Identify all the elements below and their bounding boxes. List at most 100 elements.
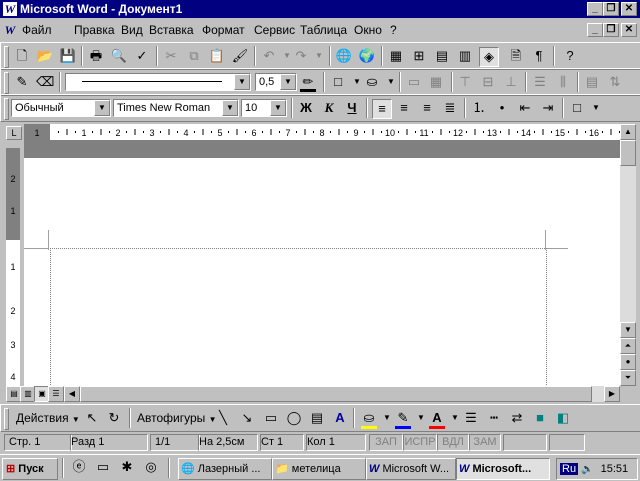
spelling-icon[interactable]: ✓ bbox=[133, 47, 151, 65]
task-word-1[interactable]: W Microsoft W... bbox=[366, 458, 456, 480]
status-trk[interactable]: ИСПР bbox=[403, 434, 437, 451]
outline-view-icon[interactable]: ☰ bbox=[48, 386, 64, 402]
print-icon[interactable]: 🖶 bbox=[87, 47, 105, 65]
border-dropdown-icon[interactable]: ▼ bbox=[587, 99, 605, 117]
sort-ascending-icon[interactable]: ⇅ bbox=[606, 73, 624, 91]
status-rec[interactable]: ЗАП bbox=[369, 434, 403, 451]
next-page-button[interactable]: ⏷ bbox=[620, 370, 636, 386]
underline-button[interactable]: Ч bbox=[343, 99, 361, 117]
format-painter-icon[interactable]: 🖌 bbox=[231, 47, 249, 65]
clock[interactable]: 15:51 bbox=[601, 463, 629, 475]
text-area[interactable] bbox=[50, 248, 547, 387]
chevron-down-icon[interactable]: ▼ bbox=[280, 74, 296, 90]
show-desktop-icon[interactable]: ▭ bbox=[94, 458, 112, 476]
dash-style-icon[interactable]: ┅ bbox=[485, 409, 503, 427]
select-objects-icon[interactable]: ↖ bbox=[83, 409, 101, 427]
menu-format[interactable]: Формат bbox=[202, 23, 245, 37]
table-autoformat-icon[interactable]: ▤ bbox=[583, 73, 601, 91]
shading-dropdown-icon[interactable]: ▼ bbox=[382, 73, 400, 91]
task-folder[interactable]: 📁 метелица bbox=[272, 458, 366, 480]
fill-color-icon[interactable]: ⛀ bbox=[360, 409, 378, 427]
style-combo[interactable]: Обычный ▼ bbox=[11, 99, 111, 117]
start-button[interactable]: ⊞ Пуск bbox=[2, 458, 58, 480]
font-combo[interactable]: Times New Roman ▼ bbox=[113, 99, 239, 117]
print-preview-icon[interactable]: 🔍 bbox=[110, 47, 128, 65]
office-assistant-icon[interactable]: ? bbox=[561, 47, 579, 65]
align-center-vertical-icon[interactable]: ⊟ bbox=[479, 73, 497, 91]
status-ext[interactable]: ВДЛ bbox=[437, 434, 469, 451]
undo-icon[interactable]: ↶ bbox=[260, 47, 278, 65]
line-icon[interactable]: ╲ bbox=[214, 409, 232, 427]
status-ovr[interactable]: ЗАМ bbox=[469, 434, 501, 451]
menu-window[interactable]: Окно bbox=[354, 23, 382, 37]
chevron-down-icon[interactable]: ▼ bbox=[222, 100, 238, 116]
copy-icon[interactable]: ⧉ bbox=[185, 47, 203, 65]
wordart-icon[interactable]: A bbox=[331, 409, 349, 427]
save-icon[interactable]: 💾 bbox=[59, 47, 77, 65]
numbering-icon[interactable]: ⒈ bbox=[470, 99, 488, 117]
align-bottom-icon[interactable]: ⊥ bbox=[502, 73, 520, 91]
line-color-icon[interactable]: ✎ bbox=[394, 409, 412, 427]
increase-indent-icon[interactable]: ⇥ bbox=[539, 99, 557, 117]
insert-table-icon[interactable]: ⊞ bbox=[410, 47, 428, 65]
new-document-icon[interactable]: 🗋 bbox=[13, 47, 31, 65]
doc-minimize-button[interactable]: _ bbox=[587, 23, 603, 37]
3d-icon[interactable]: ◧ bbox=[554, 409, 572, 427]
chevron-down-icon[interactable]: ▼ bbox=[270, 100, 286, 116]
rectangle-icon[interactable]: ▭ bbox=[262, 409, 280, 427]
oval-icon[interactable]: ◯ bbox=[285, 409, 303, 427]
menu-table[interactable]: Таблица bbox=[300, 23, 347, 37]
draw-table-pencil-icon[interactable]: ✎ bbox=[13, 73, 31, 91]
tables-borders-icon[interactable]: ▦ bbox=[387, 47, 405, 65]
restore-button[interactable]: ❐ bbox=[603, 2, 619, 16]
cut-icon[interactable]: ✂ bbox=[162, 47, 180, 65]
internet-explorer-icon[interactable]: ⓔ bbox=[70, 458, 88, 476]
scroll-left-button[interactable]: ◀ bbox=[64, 386, 80, 402]
open-icon[interactable]: 📂 bbox=[36, 47, 54, 65]
merge-cells-icon[interactable]: ▭ bbox=[405, 73, 423, 91]
title-bar[interactable]: W Microsoft Word - Документ1 _ ❐ ✕ bbox=[0, 0, 640, 18]
toolbar-grip[interactable] bbox=[4, 408, 9, 430]
align-center-icon[interactable]: ≡ bbox=[395, 99, 413, 117]
font-size-combo[interactable]: 10 ▼ bbox=[241, 99, 287, 117]
quick-launch-icon[interactable]: ✱ bbox=[118, 458, 136, 476]
eraser-icon[interactable]: ⌫ bbox=[36, 73, 54, 91]
scroll-down-button[interactable]: ▼ bbox=[620, 322, 636, 338]
insert-excel-icon[interactable]: ▤ bbox=[433, 47, 451, 65]
align-top-icon[interactable]: ⊤ bbox=[456, 73, 474, 91]
vertical-ruler[interactable]: 2 1 1 2 3 4 bbox=[6, 148, 20, 386]
scroll-right-button[interactable]: ▶ bbox=[604, 386, 620, 402]
font-color-icon[interactable]: A bbox=[428, 409, 446, 427]
chevron-down-icon[interactable]: ▼ bbox=[94, 100, 110, 116]
menu-help[interactable]: ? bbox=[390, 23, 397, 37]
autoshapes-menu[interactable]: Автофигуры ▼ bbox=[137, 411, 217, 425]
align-left-icon[interactable]: ≡ bbox=[372, 99, 392, 119]
horizontal-ruler[interactable]: 1 1 2 3 4 5 6 7 8 9 10 11 12 13 14 15 16 bbox=[24, 124, 620, 140]
italic-button[interactable]: К bbox=[320, 99, 338, 117]
bold-button[interactable]: Ж bbox=[297, 99, 315, 117]
tab-selector-icon[interactable]: L bbox=[6, 126, 22, 140]
free-rotate-icon[interactable]: ↻ bbox=[105, 409, 123, 427]
vertical-scrollbar[interactable]: ▲ ▼ ⏶ ● ⏷ bbox=[620, 124, 636, 386]
word-app-icon[interactable]: W bbox=[3, 2, 17, 16]
language-indicator[interactable]: Ru bbox=[560, 463, 579, 475]
task-laser[interactable]: 🌐 Лазерный ... bbox=[178, 458, 272, 480]
document-page[interactable] bbox=[24, 158, 620, 387]
doc-restore-button[interactable]: ❐ bbox=[603, 23, 619, 37]
shading-color-icon[interactable]: ⛀ bbox=[363, 73, 381, 91]
previous-page-button[interactable]: ⏶ bbox=[620, 338, 636, 354]
split-cells-icon[interactable]: ▦ bbox=[427, 73, 445, 91]
minimize-button[interactable]: _ bbox=[587, 2, 603, 16]
text-box-icon[interactable]: ▤ bbox=[308, 409, 326, 427]
insert-hyperlink-icon[interactable]: 🌐 bbox=[335, 47, 353, 65]
show-formatting-icon[interactable]: ¶ bbox=[530, 47, 548, 65]
task-word-active[interactable]: W Microsoft... bbox=[456, 458, 550, 480]
line-width-combo[interactable]: 0,5 ▼ bbox=[255, 73, 297, 91]
redo-dropdown-icon[interactable]: ▼ bbox=[310, 47, 328, 65]
document-icon[interactable]: W bbox=[3, 23, 17, 37]
menu-tools[interactable]: Сервис bbox=[254, 23, 295, 37]
shadow-icon[interactable]: ■ bbox=[531, 409, 549, 427]
outside-border-icon[interactable]: □ bbox=[329, 73, 347, 91]
chevron-down-icon[interactable]: ▼ bbox=[234, 74, 250, 90]
paste-icon[interactable]: 📋 bbox=[208, 47, 226, 65]
